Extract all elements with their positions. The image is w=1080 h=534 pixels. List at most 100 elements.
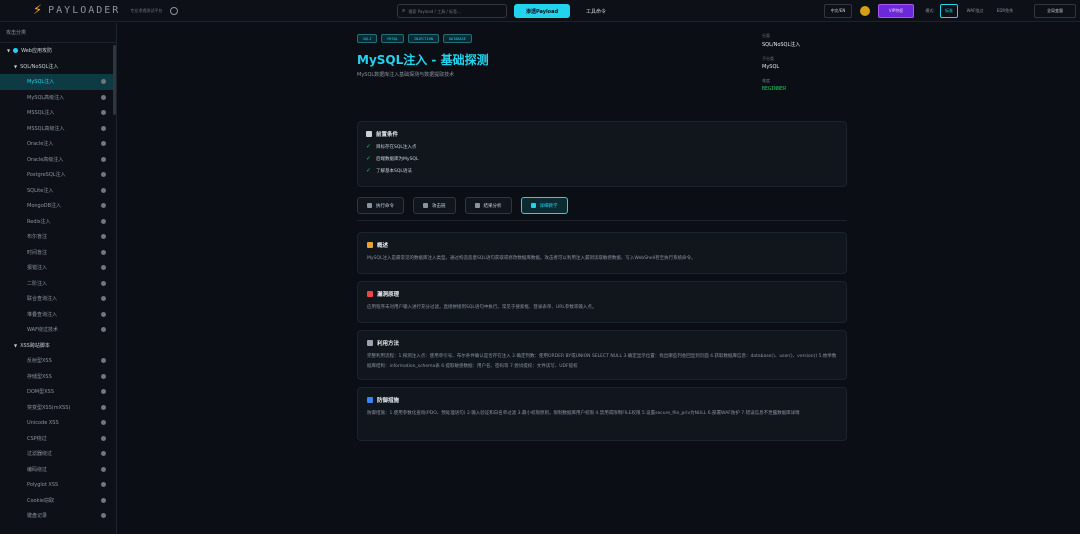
tag-badge[interactable]: DATABASE [442,34,472,43]
sidebar-item-label: 时间盲注 [27,249,48,256]
section-defense: 防御措施 防御措施：1.使用参数化查询(PDO、预处理语句) 2.输入验证和白名… [357,387,847,441]
tag-badge[interactable]: SQLI [357,34,378,43]
eye-icon[interactable] [101,420,106,425]
eye-icon[interactable] [101,79,106,84]
link-icon [423,203,428,208]
sidebar-item[interactable]: 布尔盲注 [0,229,116,245]
sidebar-item[interactable]: Polyglot XSS [0,477,116,493]
sidebar-item-label: Polyglot XSS [27,481,59,488]
sidebar-item[interactable]: 时间盲注 [0,245,116,261]
vip-button[interactable]: VIP特权 [878,4,914,18]
tab-label: 结果分析 [483,203,502,209]
sidebar-item-label: 过滤器绕过 [27,451,53,458]
sidebar-item-label: Cookie窃取 [27,497,54,504]
mode-waf-button[interactable]: WAF绕过 [962,4,988,18]
search-icon: ⌕ [402,7,406,14]
sidebar: 攻击分类 ▼ Web应用攻防 ▼ SQL/NoSQL注入 MySQL注入 MySQL高级注… [0,23,117,534]
github-icon[interactable] [170,6,179,15]
coin-icon[interactable] [860,6,870,16]
eye-icon[interactable] [101,203,106,208]
eye-icon[interactable] [101,280,106,286]
sidebar-item[interactable]: 联合查询注入 [0,291,116,307]
sidebar-item[interactable]: MSSQL高级注入 [0,121,116,137]
eye-icon[interactable] [101,358,106,363]
sidebar-item-label: MSSQL注入 [27,110,55,117]
global-vars-button[interactable]: 全局变量 [1034,4,1076,18]
sidebar-item[interactable]: 报错注入 [0,260,116,276]
sidebar-scrollbar[interactable] [113,45,116,115]
sidebar-item[interactable]: DOM型XSS [0,384,116,400]
eye-icon[interactable] [101,296,106,301]
eye-icon[interactable] [101,327,106,332]
tab-attack-chain[interactable]: 攻击链 [413,197,456,214]
sidebar-item[interactable]: WAF绕过技术 [0,322,116,338]
sidebar-item[interactable]: 突变型XSS(mXSS) [0,400,116,416]
eye-icon[interactable] [101,311,106,317]
mode-edr-button[interactable]: EDR免杀 [992,4,1018,18]
eye-icon[interactable] [101,451,106,456]
tab-analysis[interactable]: 结果分析 [464,197,512,214]
sidebar-item-label: SQLite注入 [27,187,54,194]
sidebar-item[interactable]: Oracle注入 [0,136,116,152]
sidebar-item[interactable]: Oracle高级注入 [0,152,116,168]
sidebar-item[interactable]: Redis注入 [0,214,116,230]
sidebar-item[interactable]: PostgreSQL注入 [0,167,116,183]
eye-icon[interactable] [101,482,106,487]
eye-icon[interactable] [101,172,106,177]
eye-icon[interactable] [101,466,106,472]
sidebar-item[interactable]: MySQL注入 [0,74,116,90]
eye-icon[interactable] [101,218,106,224]
sidebar-item[interactable]: 堆叠查询注入 [0,307,116,323]
sidebar-item[interactable]: ▼ SQL/NoSQL注入 [0,59,116,75]
eye-icon[interactable] [101,497,106,503]
sidebar-item[interactable]: Cookie窃取 [0,493,116,509]
check-icon: ✓ [366,167,372,174]
search-input[interactable] [408,8,499,14]
sidebar-item[interactable]: MySQL高级注入 [0,90,116,106]
sidebar-item[interactable]: CSP绕过 [0,431,116,447]
sidebar-item-label: 存储型XSS [27,373,52,380]
sidebar-item-label: 反射型XSS [27,358,52,365]
check-icon: ✓ [366,155,372,162]
payload-button[interactable]: 渗透Payload [514,4,570,18]
eye-icon[interactable] [101,265,106,270]
tab-tutorial[interactable]: 详细教学 [520,197,568,214]
sidebar-item[interactable]: Unicode XSS [0,415,116,431]
tag-badge[interactable]: INJECTION [407,34,439,43]
sidebar-item[interactable]: 反射型XSS [0,353,116,369]
eye-icon[interactable] [101,249,106,255]
sidebar-item[interactable]: ▼ XSS跨站脚本 [0,338,116,354]
sidebar-item[interactable]: ▼ Web应用攻防 [0,43,116,59]
eye-icon[interactable] [101,110,106,115]
eye-icon[interactable] [101,513,106,518]
sidebar-item[interactable]: 存储型XSS [0,369,116,385]
language-toggle[interactable]: 中文/EN [824,4,852,18]
eye-icon[interactable] [101,435,106,441]
logo[interactable]: ⚡ PAYLOADER 专业渗透测试平台 [33,3,179,18]
eye-icon[interactable] [101,404,106,410]
tag-badge[interactable]: MYSQL [381,34,404,43]
eye-icon[interactable] [101,187,106,193]
sidebar-item[interactable]: 二阶注入 [0,276,116,292]
eye-icon[interactable] [101,125,106,131]
book-icon [530,203,536,208]
sidebar-item[interactable]: MSSQL注入 [0,105,116,121]
mode-standard-button[interactable]: 标准 [940,4,958,18]
sidebar-item[interactable]: SQLite注入 [0,183,116,199]
eye-icon[interactable] [101,389,106,394]
search-box[interactable]: ⌕ [397,4,507,18]
eye-icon[interactable] [101,234,106,239]
section-exploitation: 利用方法 完整利用流程：1.探测注入点：使用单引号、布尔条件确认是否存在注入 2… [357,330,847,380]
tab-execute[interactable]: 执行命令 [357,197,404,214]
sidebar-item[interactable]: MongoDB注入 [0,198,116,214]
eye-icon[interactable] [101,94,106,100]
eye-icon[interactable] [101,373,106,379]
shield-icon [367,397,373,403]
top-bar: ⚡ PAYLOADER 专业渗透测试平台 ⌕ 渗透Payload 工具命令 中文… [0,0,1080,22]
sidebar-item[interactable]: 过滤器绕过 [0,446,116,462]
sidebar-item[interactable]: 键盘记录 [0,508,116,524]
tools-button[interactable]: 工具命令 [576,4,616,18]
eye-icon[interactable] [101,141,106,146]
eye-icon[interactable] [101,156,106,162]
sidebar-item[interactable]: 编码绕过 [0,462,116,478]
